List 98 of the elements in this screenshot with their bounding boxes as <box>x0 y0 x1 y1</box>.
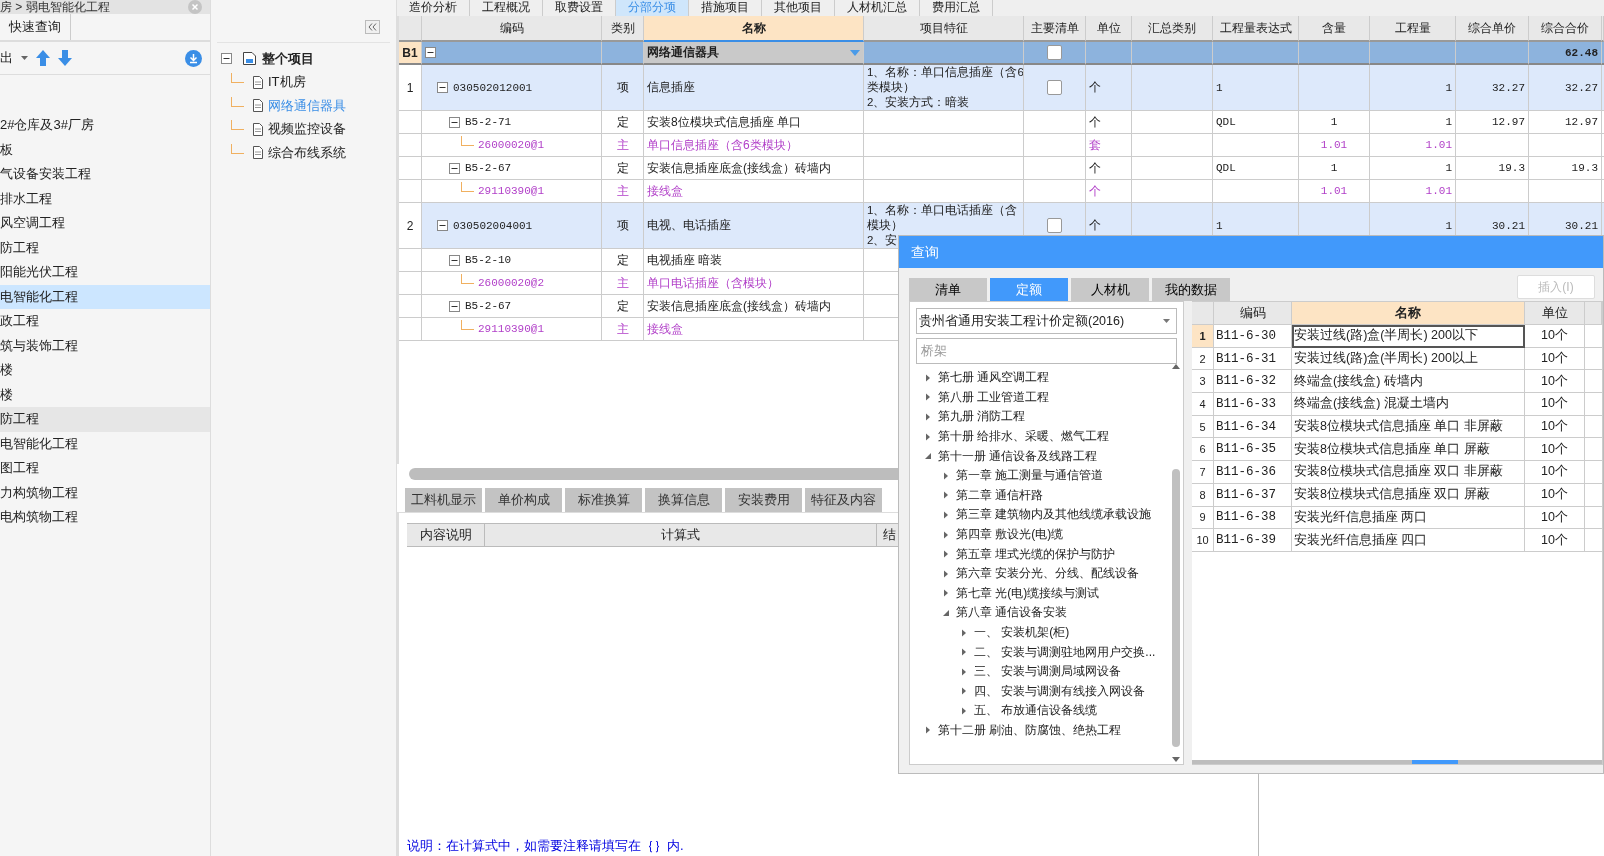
table-cell: 个 <box>1086 111 1132 134</box>
table-cell: 定 <box>602 249 644 272</box>
table-cell: 19.3 <box>1456 157 1529 180</box>
table-cell: 1 <box>1370 157 1456 180</box>
row-number: 8 <box>1192 483 1214 507</box>
table-cell: 1 <box>1370 65 1456 111</box>
row-number: 5 <box>1192 415 1214 439</box>
column-header: 计算式 <box>485 524 877 546</box>
table-cell: 安装8位模块式信息插座 单口 <box>644 111 864 134</box>
table-cell: B11-6-30 <box>1214 325 1292 348</box>
table-cell: 安装过线(路)盒(半周长) 200以下 <box>1292 325 1525 348</box>
code-text: B5-2-67 <box>465 300 512 312</box>
table-cell: 1 <box>1213 65 1299 111</box>
table-cell: 10个 <box>1525 529 1585 552</box>
table-cell: 项 <box>602 65 644 111</box>
row-number: 2 <box>399 203 422 249</box>
breadcrumb: 房 > 弱电智能化工程 <box>0 0 110 14</box>
table-cell: 主 <box>602 318 644 341</box>
table-cell: 10个 <box>1525 370 1585 394</box>
table-cell: 10个 <box>1525 325 1585 348</box>
code-text: 26000020@2 <box>478 277 544 289</box>
table-cell: 定 <box>602 295 644 318</box>
table-cell: 10个 <box>1525 438 1585 462</box>
table-cell: 19.3 <box>1529 157 1602 180</box>
table-cell: 安装8位模块式信息插座 双口 非屏蔽 <box>1292 461 1525 484</box>
table-cell: 主 <box>602 134 644 157</box>
table-cell: 10个 <box>1525 483 1585 507</box>
table-cell: 安装8位模块式信息插座 双口 屏蔽 <box>1292 483 1525 507</box>
code-text: B5-2-71 <box>465 116 512 128</box>
row-number: 3 <box>1192 370 1214 394</box>
table-cell: B11-6-37 <box>1214 483 1292 507</box>
table-cell: 个 <box>1086 65 1132 111</box>
table-cell: 10个 <box>1525 461 1585 484</box>
table-cell: 套 <box>1086 134 1132 157</box>
table-cell: 个 <box>1086 157 1132 180</box>
table-cell: QDL <box>1213 111 1299 134</box>
table-cell: B11-6-33 <box>1214 393 1292 416</box>
code-text: 29110390@1 <box>478 185 544 197</box>
table-cell: 终端盒(接线盒) 砖墙内 <box>1292 370 1525 394</box>
row-number: 9 <box>1192 506 1214 530</box>
table-cell: 安装光纤信息插座 四口 <box>1292 529 1525 552</box>
table-cell: 10个 <box>1525 415 1585 439</box>
table-cell: 定 <box>602 157 644 180</box>
code-text: B5-2-67 <box>465 162 512 174</box>
table-cell: 1.01 <box>1370 134 1456 157</box>
row-number: 10 <box>1192 529 1214 552</box>
row-number: 7 <box>1192 461 1214 484</box>
table-cell: 单口电话插座（含模块） <box>644 272 864 295</box>
table-cell: B11-6-36 <box>1214 461 1292 484</box>
row-number: 6 <box>1192 438 1214 462</box>
table-cell: B11-6-31 <box>1214 347 1292 371</box>
table-cell: 安装8位模块式信息插座 单口 屏蔽 <box>1292 438 1525 462</box>
table-cell: 安装光纤信息插座 两口 <box>1292 506 1525 530</box>
table-cell: B11-6-35 <box>1214 438 1292 462</box>
code-text: 26000020@1 <box>478 139 544 151</box>
table-cell: 安装过线(路)盒(半周长) 200以上 <box>1292 347 1525 371</box>
dialog-title: 查询 <box>899 236 1603 268</box>
table-cell: 电视插座 暗装 <box>644 249 864 272</box>
table-cell: 主 <box>602 272 644 295</box>
table-cell: 32.27 <box>1529 65 1602 111</box>
table-cell: 电视、电话插座 <box>644 203 864 249</box>
row-number: B1 <box>399 42 422 65</box>
table-cell: QDL <box>1213 157 1299 180</box>
table-cell: 终端盒(接线盒) 混凝土墙内 <box>1292 393 1525 416</box>
table-cell: 12.97 <box>1456 111 1529 134</box>
table-cell: 1.01 <box>1299 134 1370 157</box>
table-cell: 10个 <box>1525 506 1585 530</box>
table-cell: 32.27 <box>1456 65 1529 111</box>
table-cell: 接线盒 <box>644 318 864 341</box>
table-cell: 安装8位模块式信息插座 单口 非屏蔽 <box>1292 415 1525 439</box>
table-cell: 10个 <box>1525 347 1585 371</box>
name-text: 网络通信器具 <box>647 44 719 61</box>
row-number: 1 <box>399 65 422 111</box>
code-text: 030502012001 <box>453 81 533 94</box>
table-cell: B11-6-38 <box>1214 506 1292 530</box>
table-cell: 信息插座 <box>644 65 864 111</box>
table-cell: 12.97 <box>1529 111 1602 134</box>
code-text: B5-2-10 <box>465 254 512 266</box>
code-text: 030502004001 <box>453 219 533 232</box>
table-cell: B11-6-32 <box>1214 370 1292 394</box>
table-cell: 10个 <box>1525 393 1585 416</box>
column-header: 内容说明 <box>407 524 485 546</box>
row-number: 2 <box>1192 347 1214 371</box>
table-cell: B11-6-34 <box>1214 415 1292 439</box>
row-number: 4 <box>1192 393 1214 416</box>
hint-text: 说明：在计算式中，如需要注释请填写在｛｝内. <box>407 837 685 855</box>
feature-text: 1、名称：单口信息插座（含6 类模块） 2、安装方式：暗装 <box>864 65 1024 111</box>
table-cell: 单口信息插座（含6类模块） <box>644 134 864 157</box>
table-cell: 1 <box>1299 111 1370 134</box>
code-text: 29110390@1 <box>478 323 544 335</box>
table-cell: 安装信息插座底盒(接线盒）砖墙内 <box>644 157 864 180</box>
table-cell: 项 <box>602 203 644 249</box>
table-cell: 定 <box>602 111 644 134</box>
table-cell: 安装信息插座底盒(接线盒）砖墙内 <box>644 295 864 318</box>
table-cell: 1 <box>1370 111 1456 134</box>
table-cell: B11-6-39 <box>1214 529 1292 552</box>
table-cell: 1 <box>1299 157 1370 180</box>
row-number: 1 <box>1192 325 1214 348</box>
